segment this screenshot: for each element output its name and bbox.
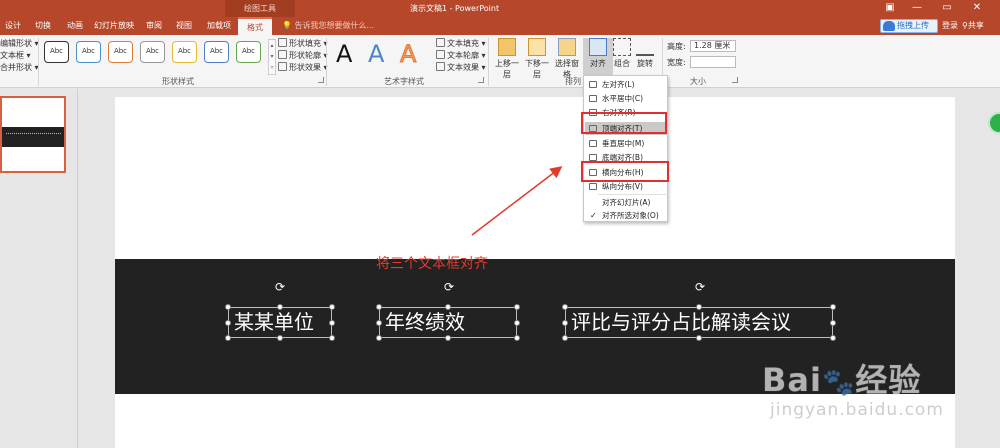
checkmark-icon: ✓ [590,211,597,220]
align-middle-icon [589,140,597,147]
align-left-icon [589,81,597,88]
align-dropdown-menu: 左对齐(L) 水平居中(C) 右对齐(R) 顶端对齐(T) 垂直居中(M) 底端… [583,75,668,222]
distribute-vertical-icon [589,183,597,190]
menu-item-align-left[interactable]: 左对齐(L) [585,78,667,91]
menu-item-label: 左对齐(L) [602,80,635,89]
menu-separator [598,194,668,195]
menu-item-label: 垂直居中(M) [602,139,645,148]
annotation-text: 将三个文本框对齐 [376,256,488,272]
menu-item-align-selected[interactable]: ✓ 对齐所选对象(O) [585,209,667,222]
menu-item-align-middle[interactable]: 垂直居中(M) [585,137,667,150]
menu-item-label: 水平居中(C) [602,94,644,103]
baidu-watermark-logo: Bai🐾经验 [762,361,922,399]
menu-item-align-to-slide[interactable]: 对齐幻灯片(A) [585,196,667,209]
menu-item-align-center[interactable]: 水平居中(C) [585,92,667,105]
menu-item-label: 纵向分布(V) [602,182,643,191]
watermark-url: jingyan.baidu.com [770,400,944,420]
menu-item-label: 对齐所选对象(O) [602,211,659,220]
menu-item-label: 对齐幻灯片(A) [602,198,651,207]
align-bottom-icon [589,154,597,161]
highlight-box-align-top [581,112,667,134]
align-center-icon [589,95,597,102]
highlight-box-distribute-horizontal [581,161,669,182]
